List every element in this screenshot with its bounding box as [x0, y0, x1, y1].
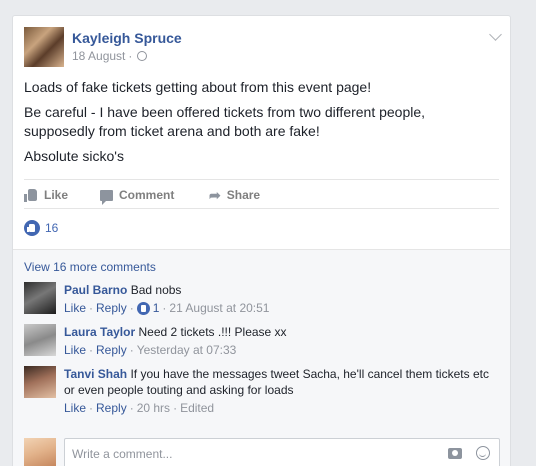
post-paragraph: Be careful - I have been offered tickets… — [24, 104, 426, 139]
comments-section: View 16 more comments Paul Barno Bad nob… — [13, 249, 510, 466]
comment-text: If you have the messages tweet Sacha, he… — [64, 367, 489, 397]
comment-like-icon — [136, 301, 150, 315]
comment-label: Comment — [119, 188, 175, 202]
comment-like-link[interactable]: Like — [64, 342, 86, 358]
comment-text: Need 2 tickets .!!! Please xx — [138, 325, 287, 339]
comment-timestamp[interactable]: 20 hrs — [137, 400, 170, 416]
comment-item: Tanvi Shah If you have the messages twee… — [24, 366, 504, 416]
share-label: Share — [226, 188, 261, 202]
view-more-comments-link[interactable]: View 16 more comments — [24, 260, 156, 274]
like-reaction-icon — [24, 220, 40, 236]
comment-content: Paul Barno Bad nobs Like · Reply · 1 · 2… — [64, 282, 499, 316]
camera-icon[interactable] — [448, 448, 462, 459]
post-paragraph: Absolute sicko's — [24, 148, 124, 164]
author-name[interactable]: Kayleigh Spruce — [72, 30, 182, 46]
comment-placeholder: Write a comment... — [72, 447, 173, 461]
reaction-count[interactable]: 16 — [45, 221, 58, 235]
author-avatar[interactable] — [24, 27, 64, 67]
comment-actions: Like · Reply · Yesterday at 07:33 — [64, 342, 237, 358]
comment-actions: Like · Reply · 1 · 21 August at 20:51 — [64, 300, 270, 316]
comment-actions: Like · Reply · 20 hrs · Edited — [64, 400, 215, 416]
share-icon: ➦ — [209, 186, 221, 203]
comment-reply-link[interactable]: Reply — [96, 342, 127, 358]
share-button[interactable]: ➦ Share — [209, 180, 260, 210]
comment-item: Laura Taylor Need 2 tickets .!!! Please … — [24, 324, 504, 360]
comment-like-link[interactable]: Like — [64, 300, 86, 316]
meta-separator: · — [128, 49, 133, 63]
comment-input[interactable]: Write a comment... — [64, 438, 500, 466]
comment-like-link[interactable]: Like — [64, 400, 86, 416]
commenter-name[interactable]: Paul Barno — [64, 283, 127, 297]
comment-reply-link[interactable]: Reply — [96, 400, 127, 416]
commenter-avatar[interactable] — [24, 324, 56, 356]
globe-icon[interactable] — [137, 51, 148, 61]
commenter-avatar[interactable] — [24, 282, 56, 314]
comment-timestamp[interactable]: 21 August at 20:51 — [169, 300, 269, 316]
post-body: Loads of fake tickets getting about from… — [24, 78, 499, 172]
comment-icon — [100, 189, 113, 205]
comment-reply-link[interactable]: Reply — [96, 300, 127, 316]
comment-edited-label[interactable]: Edited — [180, 400, 214, 416]
commenter-name[interactable]: Laura Taylor — [64, 325, 135, 339]
like-button[interactable]: Like — [24, 180, 68, 210]
smiley-icon[interactable] — [476, 446, 490, 460]
comment-text: Bad nobs — [130, 283, 182, 297]
comment-item: Paul Barno Bad nobs Like · Reply · 1 · 2… — [24, 282, 504, 318]
post-header: Kayleigh Spruce 18 August · — [24, 27, 494, 67]
post-meta: 18 August · — [72, 49, 148, 63]
like-label: Like — [44, 188, 69, 202]
like-icon — [24, 188, 38, 202]
commenter-name[interactable]: Tanvi Shah — [64, 367, 127, 381]
post-card: Kayleigh Spruce 18 August · Loads of fak… — [12, 15, 511, 466]
comment-content: Tanvi Shah If you have the messages twee… — [64, 366, 499, 416]
commenter-avatar[interactable] — [24, 366, 56, 398]
comment-like-count[interactable]: 1 — [153, 300, 160, 316]
comment-button[interactable]: Comment — [100, 180, 174, 210]
comment-content: Laura Taylor Need 2 tickets .!!! Please … — [64, 324, 499, 358]
reactions-summary[interactable]: 16 — [24, 218, 58, 238]
post-actions: Like Comment ➦ Share — [24, 179, 499, 209]
comment-timestamp[interactable]: Yesterday at 07:33 — [137, 342, 237, 358]
post-date[interactable]: 18 August — [72, 49, 125, 63]
write-comment-row: Write a comment... — [24, 438, 504, 466]
current-user-avatar — [24, 438, 56, 466]
post-paragraph: Loads of fake tickets getting about from… — [24, 79, 372, 95]
